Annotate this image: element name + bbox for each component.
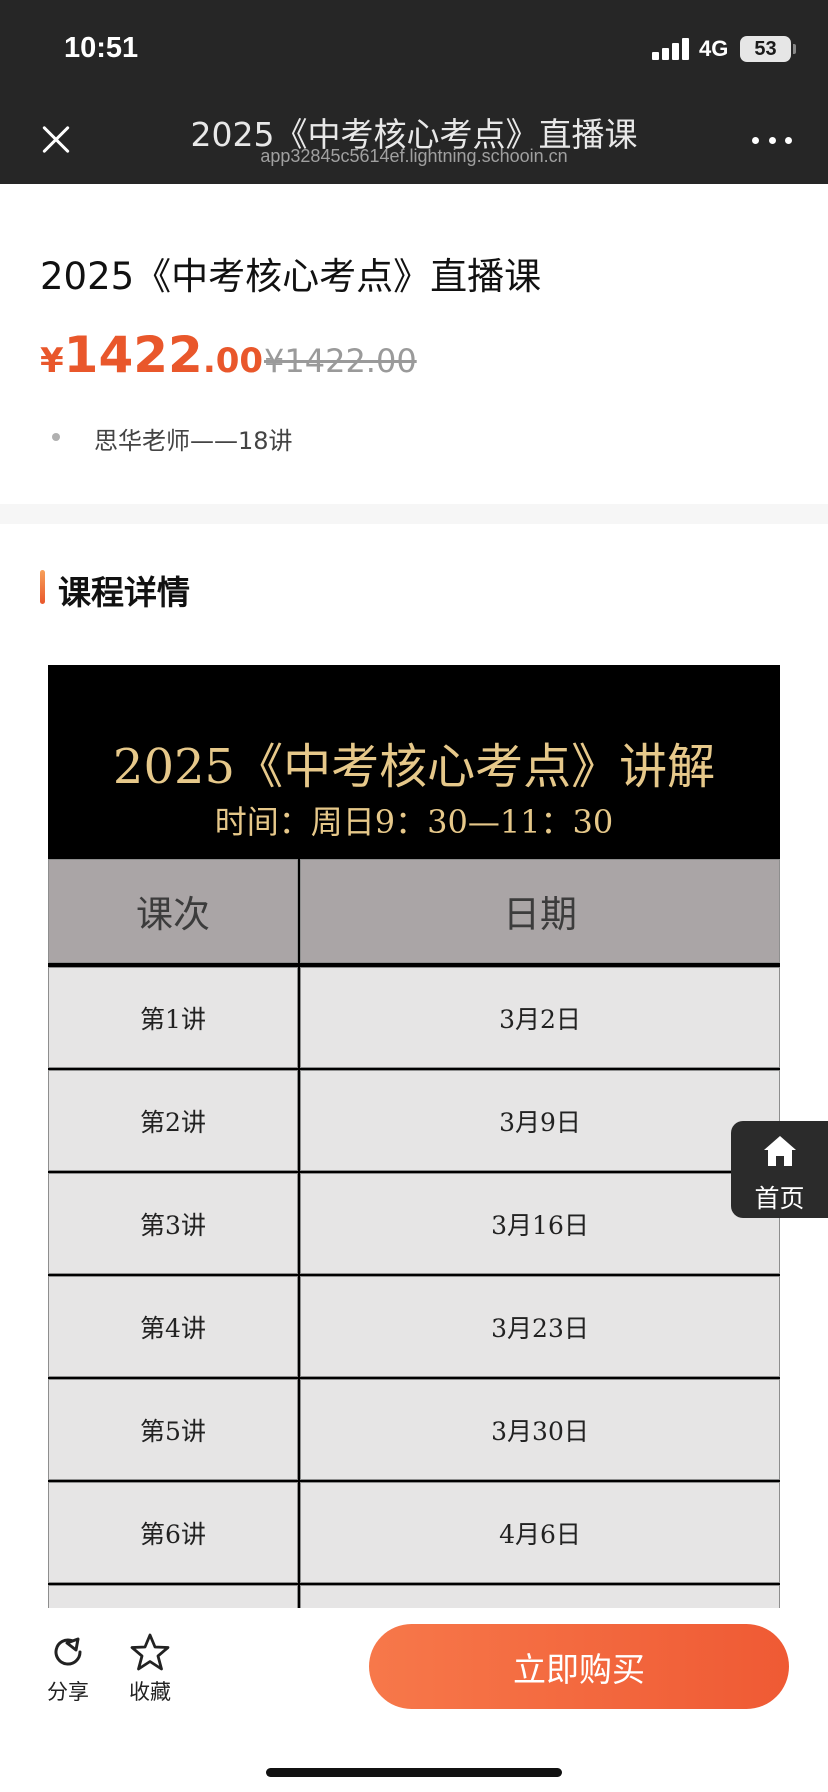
price-symbol: ¥: [40, 341, 64, 381]
date-cell: 3月16日: [300, 1173, 780, 1274]
nav-url: app32845c5614ef.lightning.schooin.cn: [260, 146, 568, 166]
product-header: 2025《中考核心考点》直播课 ¥1422.00 ¥1422.00 思华老师——…: [0, 184, 828, 504]
date-cell: 3月9日: [300, 1070, 780, 1171]
poster-title: 2025《中考核心考点》讲解: [112, 739, 716, 795]
home-indicator: [266, 1768, 562, 1777]
share-icon: [54, 1637, 82, 1666]
date-cell: 4月6日: [300, 1482, 780, 1583]
date-cell: 3月2日: [300, 967, 780, 1068]
price-decimal: .00: [202, 341, 264, 381]
bullet-dot: [52, 433, 60, 441]
star-icon: [130, 1633, 170, 1671]
status-bar: 10:51 4G 53: [0, 0, 828, 95]
teacher-info: 思华老师——18讲: [94, 427, 293, 455]
lesson-cell: 第5讲: [48, 1379, 298, 1480]
original-price: ¥1422.00: [264, 342, 417, 380]
price-integer: 1422: [63, 326, 203, 384]
share-button[interactable]: 分享: [38, 1632, 98, 1706]
home-float-button[interactable]: 首页: [731, 1121, 828, 1218]
close-icon[interactable]: [36, 120, 76, 160]
current-price: ¥1422.00: [40, 326, 263, 384]
status-time: 10:51: [64, 32, 139, 64]
section-divider: [0, 504, 828, 524]
product-title: 2025《中考核心考点》直播课: [40, 255, 542, 298]
date-cell: 3月23日: [300, 1276, 780, 1377]
home-label: 首页: [754, 1184, 805, 1213]
lesson-cell: 第1讲: [48, 967, 298, 1068]
lesson-cell: 第3讲: [48, 1173, 298, 1274]
signal-icon: [652, 38, 692, 60]
share-label: 分享: [47, 1680, 89, 1704]
network-type: 4G: [699, 36, 729, 61]
bottom-action-bar: 分享 收藏 立即购买: [0, 1608, 828, 1792]
favorite-label: 收藏: [129, 1680, 171, 1704]
section-accent-bar: [40, 570, 45, 604]
poster-subtitle: 时间：周日9：30—11：30: [214, 803, 614, 841]
more-icon[interactable]: [752, 130, 792, 150]
battery-icon: 53: [740, 36, 796, 62]
schedule-poster: 2025《中考核心考点》讲解 时间：周日9：30—11：30 课次 日期 第1讲…: [48, 665, 780, 1725]
poster-header: 2025《中考核心考点》讲解 时间：周日9：30—11：30: [48, 665, 780, 857]
table-header-lesson: 课次: [48, 859, 298, 963]
lesson-cell: 第2讲: [48, 1070, 298, 1171]
lesson-cell: 第6讲: [48, 1482, 298, 1583]
buy-now-button[interactable]: 立即购买: [369, 1624, 789, 1709]
date-cell: 3月30日: [300, 1379, 780, 1480]
favorite-button[interactable]: 收藏: [120, 1632, 180, 1706]
home-icon: [764, 1136, 796, 1166]
table-header-date: 日期: [300, 859, 780, 963]
top-bar: 10:51 4G 53 2025《中考核心考点》直播课 app32845c561…: [0, 0, 828, 184]
section-title: 课程详情: [58, 573, 190, 612]
lesson-cell: 第4讲: [48, 1276, 298, 1377]
